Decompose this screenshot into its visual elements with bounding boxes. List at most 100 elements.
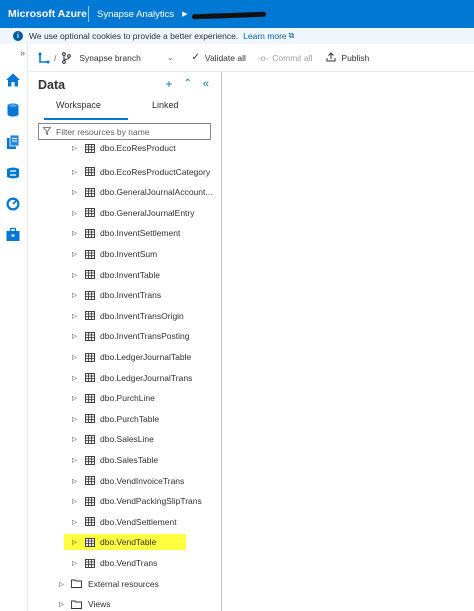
tree-item-table[interactable]: ▷ dbo.InventTransPosting: [28, 328, 222, 344]
expand-caret-icon[interactable]: ▷: [72, 250, 77, 258]
expand-caret-icon[interactable]: ▷: [72, 435, 77, 443]
chevron-right-icon: ▶: [182, 11, 188, 18]
expand-caret-icon[interactable]: ▷: [72, 477, 77, 485]
manage-icon[interactable]: [5, 227, 21, 243]
tree-item-table[interactable]: ▷ dbo.GeneralJournalEntry: [28, 205, 222, 221]
folder-icon: [71, 579, 82, 589]
tree-item-table[interactable]: ▷ dbo.VendPackingSlipTrans: [28, 493, 222, 509]
tab-linked[interactable]: Linked: [152, 100, 179, 110]
tree-item-folder[interactable]: ▷ External resources: [28, 576, 222, 592]
expand-caret-icon[interactable]: ▷: [72, 456, 77, 464]
table-name: dbo.GeneralJournalAccount...: [100, 187, 213, 198]
filter-placeholder: Filter resources by name: [56, 126, 150, 137]
expand-caret-icon[interactable]: ▷: [72, 374, 77, 382]
tree-item-table[interactable]: ▷ dbo.PurchLine: [28, 390, 222, 406]
chevron-down-icon[interactable]: ⌄: [167, 53, 174, 62]
table-name: dbo.SalesLine: [100, 434, 154, 445]
expand-caret-icon[interactable]: ▷: [72, 271, 77, 279]
tree-item-table[interactable]: ▷ dbo.VendInvoiceTrans: [28, 473, 222, 489]
table-name: dbo.EcoResProductCategory: [100, 166, 211, 177]
info-icon: i: [13, 31, 23, 41]
table-icon: [85, 558, 95, 568]
azure-brand[interactable]: Microsoft Azure: [0, 8, 88, 20]
tree-item-table[interactable]: ▷ dbo.InventTrans: [28, 287, 222, 303]
publish-icon: [326, 51, 336, 64]
studio-toolbar: / Synapse branch ⌄ ✓ Validate all -o- Co…: [28, 44, 474, 72]
table-icon: [85, 187, 95, 197]
left-navigation-rail: »: [0, 44, 28, 611]
learn-more-link[interactable]: Learn more: [243, 31, 286, 41]
service-name[interactable]: Synapse Analytics: [97, 9, 174, 20]
tree-item-table[interactable]: ▷ dbo.InventTable: [28, 267, 222, 283]
filter-resources-input[interactable]: Filter resources by name: [38, 123, 211, 140]
expand-caret-icon[interactable]: ▷: [72, 144, 77, 152]
table-name: dbo.LedgerJournalTrans: [100, 372, 193, 383]
expand-caret-icon[interactable]: ▷: [72, 332, 77, 340]
monitor-icon[interactable]: [5, 196, 21, 212]
expand-caret-icon[interactable]: ▷: [72, 229, 77, 237]
branch-icon: [61, 51, 72, 64]
expand-caret-icon[interactable]: ▷: [72, 559, 77, 567]
table-icon: [85, 249, 95, 259]
expand-caret-icon[interactable]: ▷: [72, 415, 77, 423]
tree-item-table[interactable]: ▷ dbo.LedgerJournalTrans: [28, 370, 222, 386]
table-icon: [85, 208, 95, 218]
expand-caret-icon[interactable]: ▷: [72, 497, 77, 505]
tree-item-folder[interactable]: ▷ Views: [28, 596, 222, 611]
tree-item-table[interactable]: ▷ dbo.EcoResProductCategory: [28, 164, 222, 180]
toolbar-separator: /: [54, 52, 57, 63]
panel-tabs: Workspace Linked: [28, 100, 222, 120]
expand-caret-icon[interactable]: ▷: [72, 188, 77, 196]
database-icon[interactable]: [5, 102, 21, 118]
collapse-panel-icon[interactable]: «: [203, 77, 209, 91]
table-icon: [85, 352, 95, 362]
commit-all-button[interactable]: -o- Commit all: [258, 53, 313, 63]
expand-caret-icon[interactable]: ▷: [72, 353, 77, 361]
validate-all-label: Validate all: [204, 52, 246, 63]
branch-selector[interactable]: Synapse branch: [79, 53, 140, 63]
table-name: dbo.SalesTable: [100, 455, 159, 465]
expand-caret-icon[interactable]: ▷: [72, 291, 77, 299]
tab-workspace[interactable]: Workspace: [56, 100, 101, 110]
external-link-icon: ⧉: [288, 31, 295, 40]
table-name: dbo.VendSettlement: [100, 516, 177, 527]
tree-item-table[interactable]: ▷ dbo.LedgerJournalTable: [28, 349, 222, 365]
tree-item-table[interactable]: ▷ dbo.VendTrans: [28, 555, 222, 571]
redacted-workspace-name: [191, 11, 266, 19]
collapse-all-icon[interactable]: ⌃: [183, 77, 191, 91]
checkmark-icon: ✓: [191, 52, 200, 63]
add-icon[interactable]: +: [165, 77, 172, 91]
expand-caret-icon[interactable]: ▷: [72, 394, 77, 402]
table-name: dbo.InventTable: [100, 269, 161, 280]
expand-caret-icon[interactable]: ▷: [72, 312, 77, 320]
validate-all-button[interactable]: ✓ Validate all: [192, 52, 246, 63]
filter-icon: [42, 126, 52, 137]
expand-rail-icon[interactable]: »: [0, 48, 28, 58]
tree-item-table[interactable]: ▷ dbo.SalesTable: [28, 452, 222, 468]
tree-item-table[interactable]: ▷ dbo.SalesLine: [28, 431, 222, 447]
expand-caret-icon[interactable]: ▷: [59, 580, 64, 588]
expand-caret-icon[interactable]: ▷: [72, 168, 77, 176]
publish-button[interactable]: Publish: [326, 51, 369, 64]
expand-caret-icon[interactable]: ▷: [59, 600, 64, 608]
tree-item-table[interactable]: ▷ dbo.GeneralJournalAccount...: [28, 184, 222, 200]
tree-item-table[interactable]: ▷ dbo.VendSettlement: [28, 514, 222, 530]
document-icon[interactable]: [5, 134, 21, 150]
tree-item-table[interactable]: ▷ dbo.EcoResProduct: [28, 140, 222, 156]
tree-item-table[interactable]: ▷ dbo.InventSum: [28, 246, 222, 262]
tree-item-table[interactable]: ▷ dbo.InventSettlement: [28, 225, 222, 241]
expand-caret-icon[interactable]: ▷: [72, 518, 77, 526]
home-icon[interactable]: [5, 72, 21, 88]
table-icon: [85, 290, 95, 300]
table-name: dbo.InventTrans: [100, 290, 162, 301]
table-name: dbo.InventTransOrigin: [100, 310, 184, 321]
folder-name: Views: [88, 599, 111, 610]
tree-item-table[interactable]: ▷ dbo.PurchTable: [28, 411, 222, 427]
git-icon[interactable]: [38, 52, 50, 64]
tree-item-table[interactable]: ▷ dbo.InventTransOrigin: [28, 308, 222, 324]
table-icon: [85, 496, 95, 506]
expand-caret-icon[interactable]: ▷: [72, 538, 77, 546]
expand-caret-icon[interactable]: ▷: [72, 209, 77, 217]
tree-item-table[interactable]: ▷ dbo.VendTable: [28, 534, 222, 551]
integrate-icon[interactable]: [5, 165, 21, 181]
